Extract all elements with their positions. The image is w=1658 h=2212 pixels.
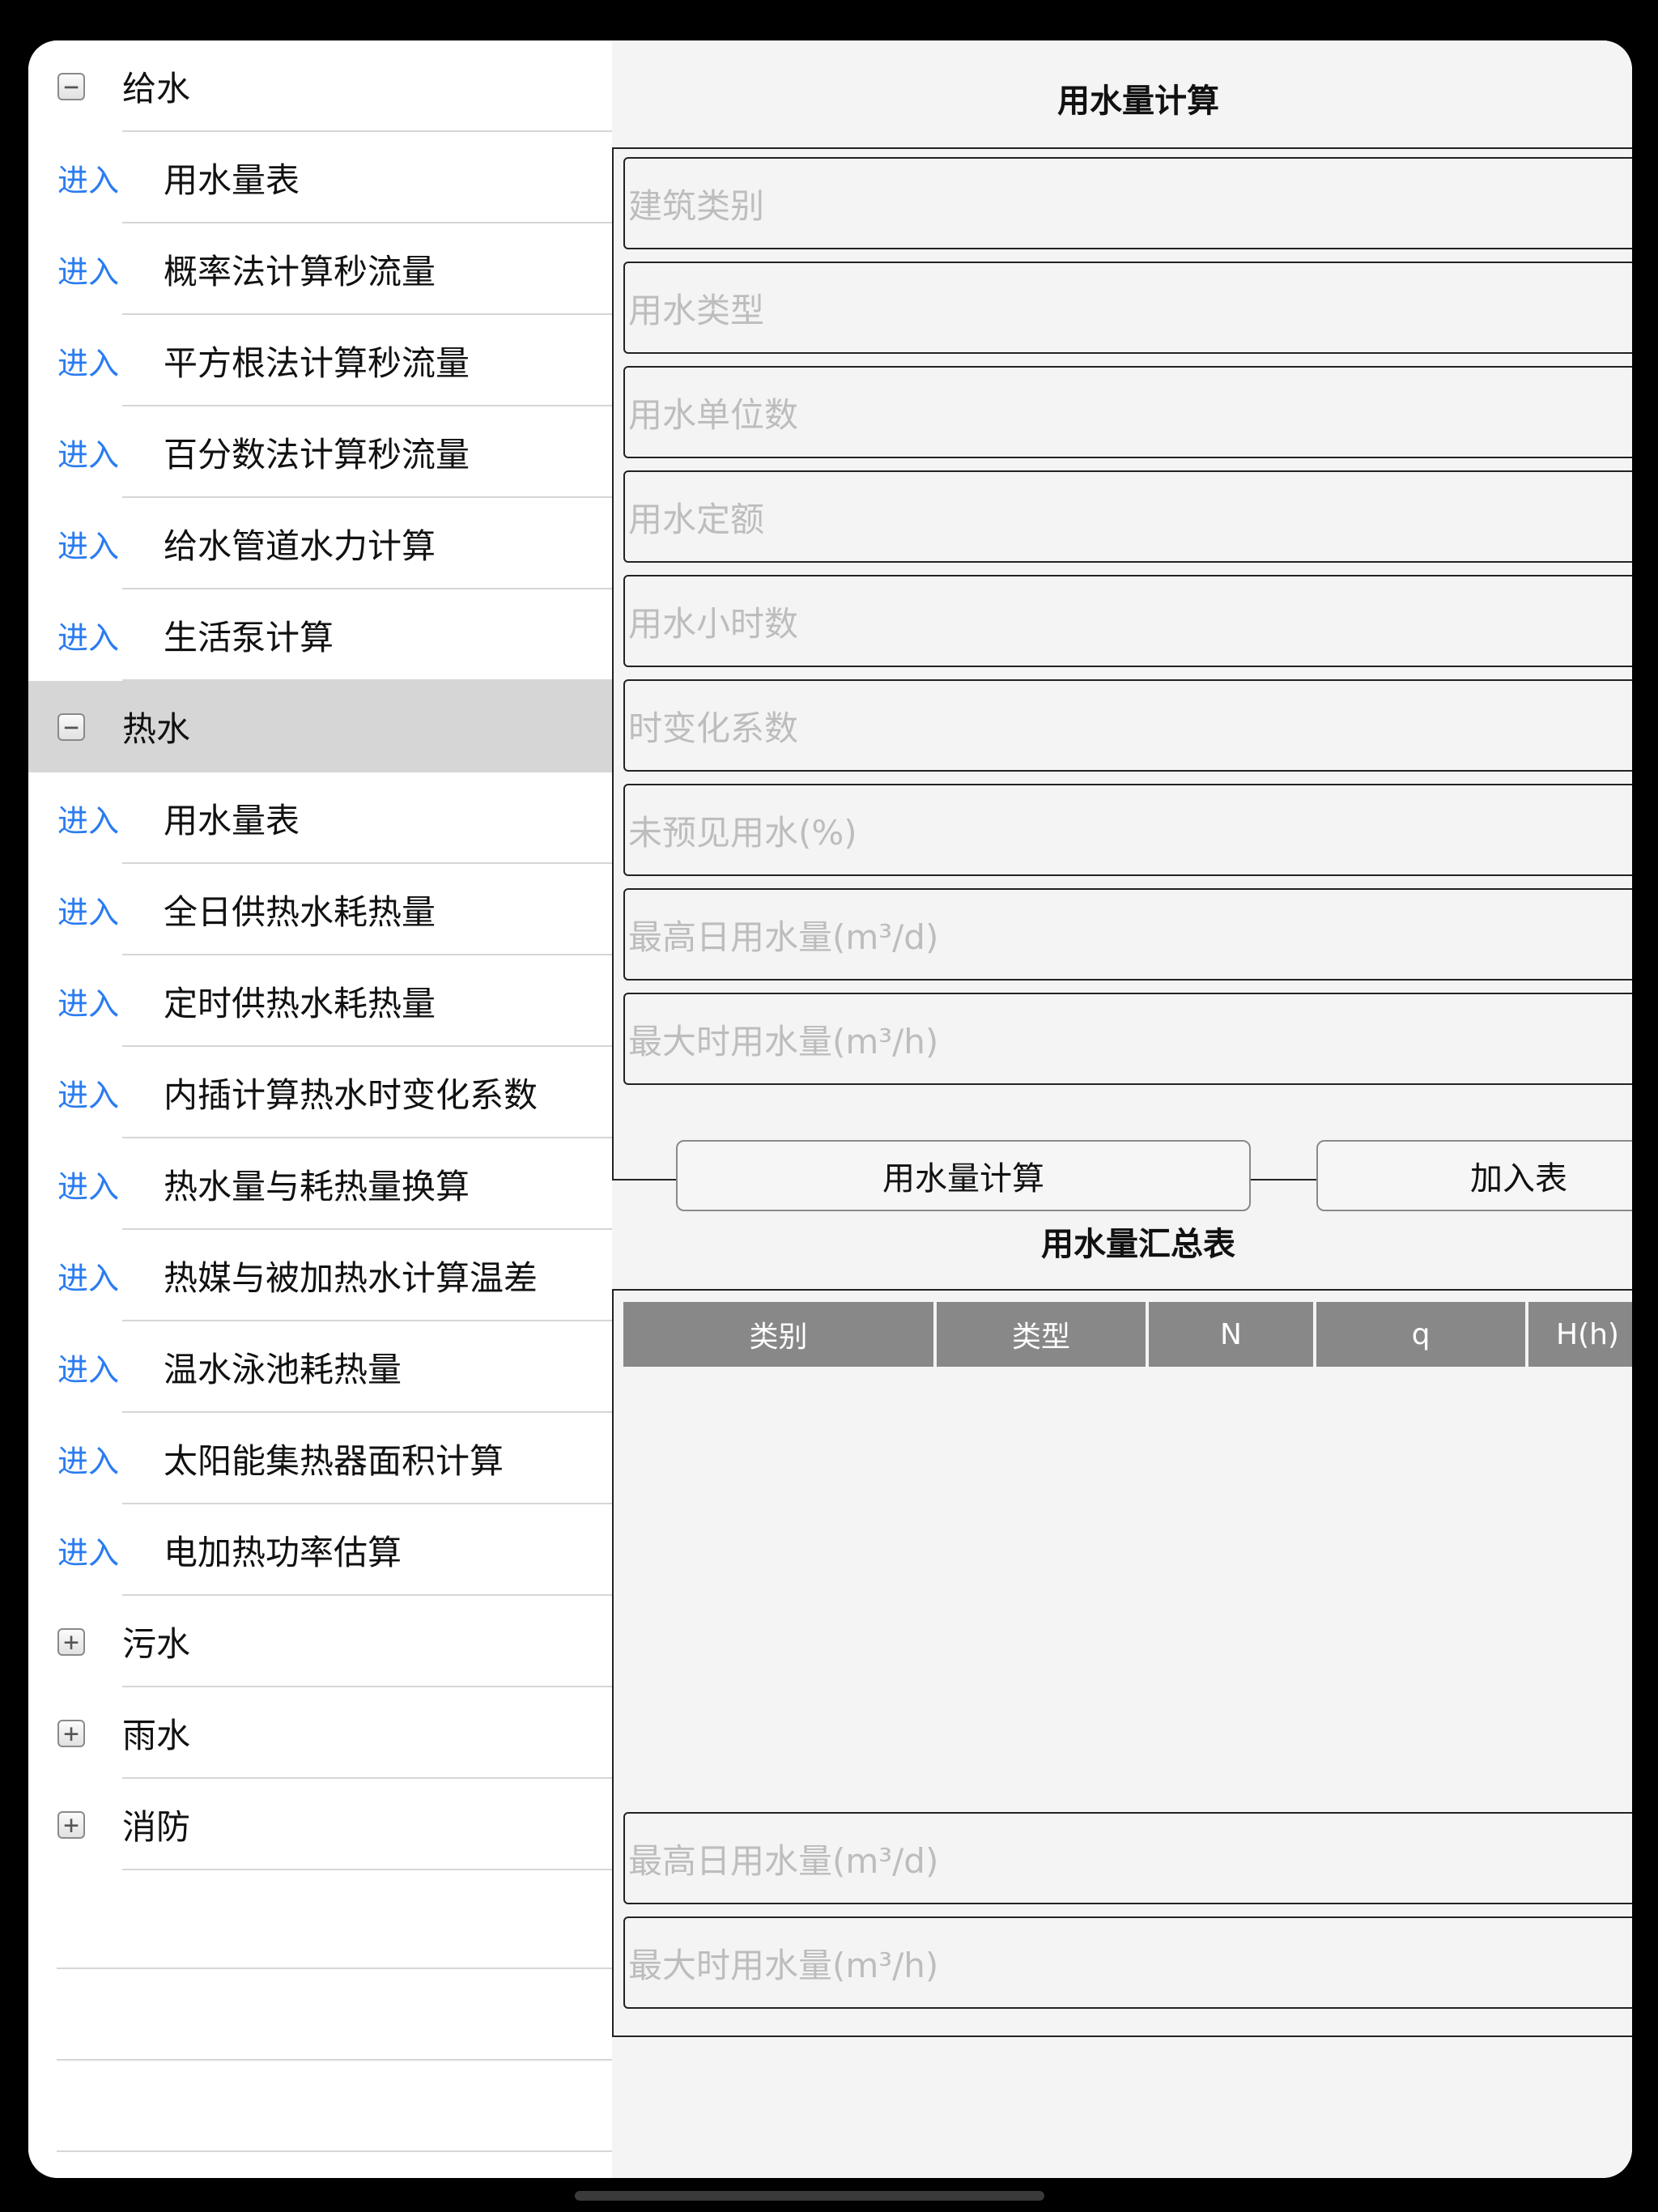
enter-link[interactable]: 进入 (57, 155, 119, 200)
expand-icon[interactable]: + (57, 1810, 85, 1839)
sidebar-item[interactable]: 进入 热媒与被加热水计算温差 (28, 1230, 612, 1321)
empty-row-divider (57, 2059, 612, 2061)
item-label: 生活泵计算 (164, 618, 334, 657)
calculate-button[interactable]: 用水量计算 (676, 1140, 1251, 1211)
sidebar-item[interactable]: 进入 用水量表 (28, 772, 612, 864)
calc-title: 用水量计算 (1057, 83, 1219, 120)
item-label: 电加热功率估算 (164, 1533, 402, 1572)
detail-pane: 用水量计算 建筑类别 用水类型 用水单位数 用水定额 用水小时数 时变化系数 未… (612, 40, 1632, 2178)
enter-link[interactable]: 进入 (57, 430, 119, 474)
enter-link[interactable]: 进入 (57, 979, 119, 1023)
item-label: 平方根法计算秒流量 (164, 343, 470, 383)
water-type-field[interactable]: 用水类型 (623, 262, 1632, 354)
col-q[interactable]: q (1316, 1302, 1528, 1367)
item-label: 全日供热水耗热量 (164, 892, 436, 932)
sidebar-tree: − 给水 进入 用水量表 进入 概率法计算秒流量 进入 平方根法计算秒流量 进入… (28, 40, 612, 2178)
item-label: 温水泳池耗热量 (164, 1350, 402, 1389)
item-label: 热水量与耗热量换算 (164, 1167, 470, 1206)
category-sewage[interactable]: + 污水 (28, 1596, 612, 1687)
sidebar-item[interactable]: 进入 内插计算热水时变化系数 (28, 1047, 612, 1138)
enter-link[interactable]: 进入 (57, 796, 119, 840)
category-label: 雨水 (122, 1716, 191, 1755)
sidebar-item[interactable]: 进入 给水管道水力计算 (28, 498, 612, 589)
usage-hours-field[interactable]: 用水小时数 (623, 575, 1632, 667)
sidebar-item[interactable]: 进入 热水量与耗热量换算 (28, 1138, 612, 1230)
enter-link[interactable]: 进入 (57, 1253, 119, 1298)
category-fire[interactable]: + 消防 (28, 1779, 612, 1870)
enter-link[interactable]: 进入 (57, 247, 119, 291)
enter-link[interactable]: 进入 (57, 1436, 119, 1481)
enter-link[interactable]: 进入 (57, 1162, 119, 1206)
item-label: 用水量表 (164, 801, 300, 840)
collapse-icon[interactable]: − (57, 72, 85, 100)
category-rainwater[interactable]: + 雨水 (28, 1687, 612, 1779)
category-label: 热水 (122, 709, 191, 749)
item-label: 定时供热水耗热量 (164, 984, 436, 1023)
calc-form: 建筑类别 用水类型 用水单位数 用水定额 用水小时数 时变化系数 未预见用水(%… (612, 147, 1632, 1211)
sidebar-item[interactable]: 进入 电加热功率估算 (28, 1504, 612, 1596)
sidebar-item[interactable]: 进入 太阳能集热器面积计算 (28, 1413, 612, 1504)
enter-link[interactable]: 进入 (57, 613, 119, 657)
col-hours[interactable]: H(h) (1528, 1302, 1632, 1367)
sidebar-item[interactable]: 进入 百分数法计算秒流量 (28, 406, 612, 498)
sidebar-item[interactable]: 进入 定时供热水耗热量 (28, 955, 612, 1047)
expand-icon[interactable]: + (57, 1627, 85, 1656)
expand-icon[interactable]: + (57, 1719, 85, 1747)
sidebar-item[interactable]: 进入 全日供热水耗热量 (28, 864, 612, 955)
sidebar-item[interactable]: 进入 温水泳池耗热量 (28, 1321, 612, 1413)
summary-table-box: 类别 类型 N q H(h) 最高日用水量(m³/d) 最大时用水量(m³/h) (612, 1289, 1632, 2037)
hourly-variation-field[interactable]: 时变化系数 (623, 679, 1632, 772)
item-label: 内插计算热水时变化系数 (164, 1075, 538, 1115)
max-daily-water-field[interactable]: 最高日用水量(m³/d) (623, 888, 1632, 981)
enter-link[interactable]: 进入 (57, 887, 119, 932)
empty-row-divider (57, 2150, 612, 2152)
unforeseen-water-field[interactable]: 未预见用水(%) (623, 784, 1632, 876)
category-label: 污水 (122, 1624, 191, 1664)
water-quota-field[interactable]: 用水定额 (623, 470, 1632, 563)
summary-table-header: 类别 类型 N q H(h) (623, 1302, 1632, 1367)
category-label: 消防 (122, 1807, 191, 1847)
ipad-screen: − 给水 进入 用水量表 进入 概率法计算秒流量 进入 平方根法计算秒流量 进入… (28, 40, 1632, 2178)
item-label: 热媒与被加热水计算温差 (164, 1258, 538, 1298)
col-category[interactable]: 类别 (623, 1302, 937, 1367)
empty-row-divider (57, 1967, 612, 1969)
item-label: 百分数法计算秒流量 (164, 435, 470, 474)
category-water-supply[interactable]: − 给水 (28, 40, 612, 132)
unit-count-field[interactable]: 用水单位数 (623, 366, 1632, 458)
building-category-field[interactable]: 建筑类别 (623, 157, 1632, 249)
max-hourly-water-field[interactable]: 最大时用水量(m³/h) (623, 993, 1632, 1085)
add-to-table-button[interactable]: 加入表 (1316, 1140, 1632, 1211)
category-label: 给水 (122, 69, 191, 108)
sidebar-item[interactable]: 进入 用水量表 (28, 132, 612, 223)
item-label: 太阳能集热器面积计算 (164, 1441, 504, 1481)
enter-link[interactable]: 进入 (57, 1070, 119, 1115)
item-label: 概率法计算秒流量 (164, 252, 436, 291)
total-max-hourly-field[interactable]: 最大时用水量(m³/h) (623, 1916, 1632, 2009)
sidebar-item[interactable]: 进入 平方根法计算秒流量 (28, 315, 612, 406)
col-type[interactable]: 类型 (937, 1302, 1149, 1367)
enter-link[interactable]: 进入 (57, 1528, 119, 1572)
sidebar-item[interactable]: 进入 概率法计算秒流量 (28, 223, 612, 315)
sidebar-item[interactable]: 进入 生活泵计算 (28, 589, 612, 681)
home-indicator[interactable] (575, 2191, 1044, 2201)
enter-link[interactable]: 进入 (57, 1345, 119, 1389)
collapse-icon[interactable]: − (57, 713, 85, 741)
enter-link[interactable]: 进入 (57, 521, 119, 566)
total-max-daily-field[interactable]: 最高日用水量(m³/d) (623, 1812, 1632, 1904)
category-hot-water[interactable]: − 热水 (28, 681, 612, 772)
item-label: 给水管道水力计算 (164, 526, 436, 566)
col-n[interactable]: N (1149, 1302, 1316, 1367)
item-label: 用水量表 (164, 160, 300, 200)
summary-title: 用水量汇总表 (1041, 1226, 1235, 1263)
row-divider (122, 1869, 612, 1870)
enter-link[interactable]: 进入 (57, 338, 119, 383)
